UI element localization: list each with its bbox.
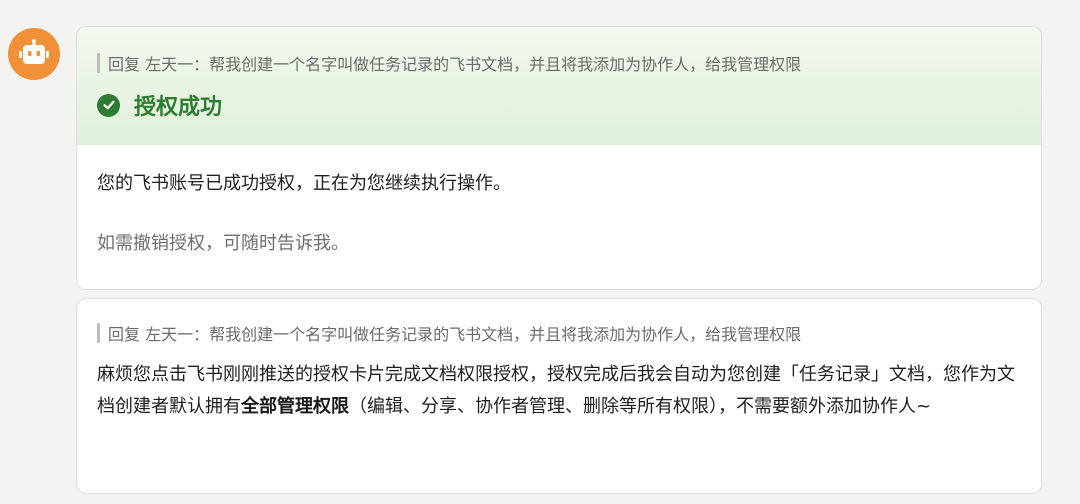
reply-quote-text: 回复 左天一：帮我创建一个名字叫做任务记录的飞书文档，并且将我添加为协作人，给我… <box>108 55 802 74</box>
revoke-note: 如需撤销授权，可随时告诉我。 <box>97 233 349 254</box>
card-body: 您的飞书账号已成功授权，正在为您继续执行操作。 如需撤销授权，可随时告诉我。 <box>77 145 1041 259</box>
robot-icon <box>19 39 49 64</box>
bot-avatar <box>8 28 60 80</box>
auth-success-card: 回复 左天一：帮我创建一个名字叫做任务记录的飞书文档，并且将我添加为协作人，给我… <box>76 26 1042 290</box>
status-title: 授权成功 <box>134 95 223 120</box>
card-header: 回复 左天一：帮我创建一个名字叫做任务记录的飞书文档，并且将我添加为协作人，给我… <box>77 27 1041 145</box>
instruction-bold-text: 全部管理权限 <box>241 396 349 417</box>
quote-bar <box>97 53 100 73</box>
check-circle-icon <box>97 93 120 117</box>
reply-quote: 回复 左天一：帮我创建一个名字叫做任务记录的飞书文档，并且将我添加为协作人，给我… <box>97 51 1041 75</box>
reply-quote-text: 回复 左天一：帮我创建一个名字叫做任务记录的飞书文档，并且将我添加为协作人，给我… <box>108 325 802 344</box>
reply-quote: 回复 左天一：帮我创建一个名字叫做任务记录的飞书文档，并且将我添加为协作人，给我… <box>97 321 1021 345</box>
quote-bar <box>97 323 100 343</box>
instruction-text-part-2: （编辑、分享、协作者管理、删除等所有权限），不需要额外添加协作人~ <box>349 396 932 417</box>
auth-message: 您的飞书账号已成功授权，正在为您继续执行操作。 <box>97 173 511 194</box>
instruction-card: 回复 左天一：帮我创建一个名字叫做任务记录的飞书文档，并且将我添加为协作人，给我… <box>76 298 1042 494</box>
instruction-paragraph: 麻烦您点击飞书刚刚推送的授权卡片完成文档权限授权，授权完成后我会自动为您创建「任… <box>97 359 1027 423</box>
auth-status: 授权成功 <box>97 89 1041 121</box>
